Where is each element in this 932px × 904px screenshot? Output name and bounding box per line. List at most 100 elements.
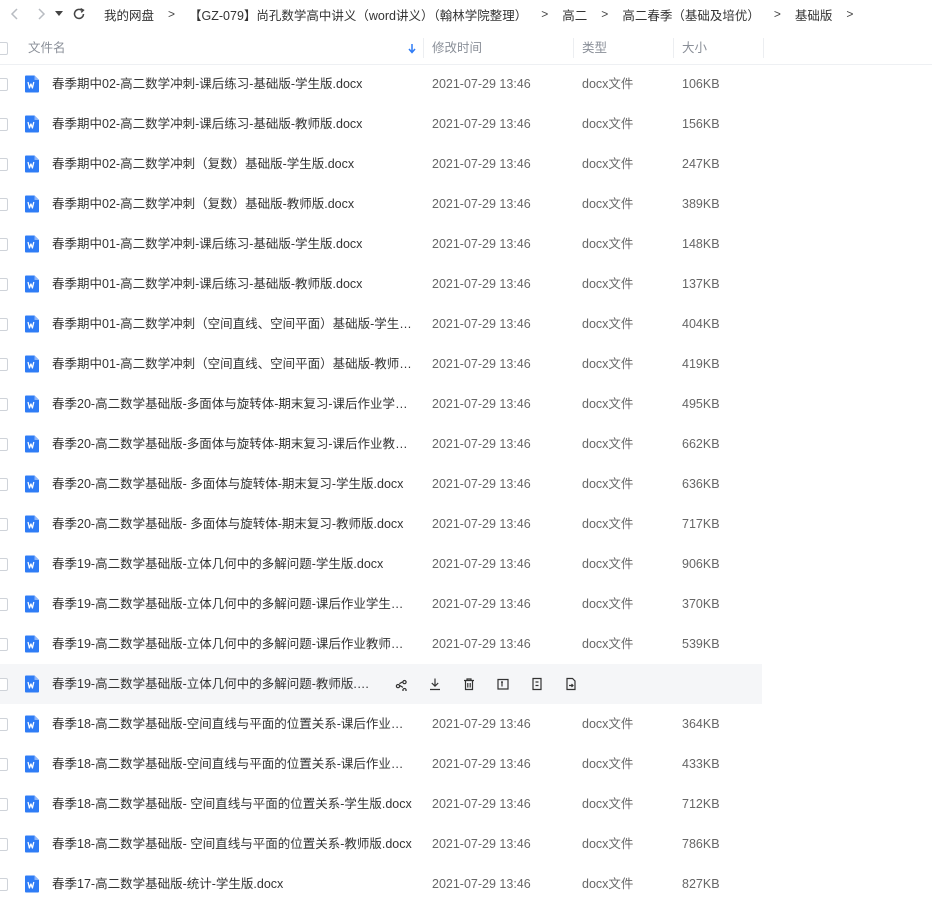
- table-row[interactable]: 春季20-高二数学基础版-多面体与旋转体-期末复习-课后作业教师版.docx 20…: [0, 424, 932, 464]
- file-name[interactable]: 春季18-高二数学基础版-空间直线与平面的位置关系-课后作业教师版.docx: [52, 744, 414, 784]
- select-all-checkbox[interactable]: [0, 42, 8, 55]
- row-checkbox[interactable]: [0, 798, 8, 811]
- row-checkbox[interactable]: [0, 158, 8, 171]
- share-button[interactable]: [384, 664, 418, 704]
- file-name[interactable]: 春季18-高二数学基础版-空间直线与平面的位置关系-课后作业学生版.docx: [52, 704, 414, 744]
- breadcrumb-separator: >: [846, 7, 854, 21]
- back-button[interactable]: [4, 0, 26, 28]
- table-row[interactable]: 春季19-高二数学基础版-立体几何中的多解问题-课后作业学生版.docx 2021…: [0, 584, 932, 624]
- file-name[interactable]: 春季20-高二数学基础版- 多面体与旋转体-期末复习-学生版.docx: [52, 464, 414, 504]
- file-type: docx文件: [582, 357, 634, 371]
- row-checkbox[interactable]: [0, 558, 8, 571]
- row-checkbox[interactable]: [0, 838, 8, 851]
- table-row[interactable]: 春季17-高二数学基础版-统计-学生版.docx 2021-07-29 13:46…: [0, 864, 932, 904]
- table-row[interactable]: 春季期中02-高二数学冲刺（复数）基础版-教师版.docx 2021-07-29 …: [0, 184, 932, 224]
- column-divider[interactable]: [573, 38, 574, 58]
- table-row[interactable]: 春季20-高二数学基础版- 多面体与旋转体-期末复习-学生版.docx 2021-…: [0, 464, 932, 504]
- column-header-type[interactable]: 类型: [582, 32, 607, 64]
- file-name[interactable]: 春季17-高二数学基础版-统计-学生版.docx: [52, 864, 414, 904]
- table-row[interactable]: 春季期中02-高二数学冲刺-课后练习-基础版-学生版.docx 2021-07-2…: [0, 64, 932, 104]
- sort-down-arrow-icon[interactable]: [408, 32, 416, 64]
- table-row[interactable]: 春季18-高二数学基础版- 空间直线与平面的位置关系-教师版.docx 2021-…: [0, 824, 932, 864]
- download-button[interactable]: [418, 664, 452, 704]
- file-name[interactable]: 春季19-高二数学基础版-立体几何中的多解问题-课后作业教师版.docx: [52, 624, 414, 664]
- file-name[interactable]: 春季18-高二数学基础版- 空间直线与平面的位置关系-教师版.docx: [52, 824, 414, 864]
- table-row[interactable]: 春季18-高二数学基础版- 空间直线与平面的位置关系-学生版.docx 2021-…: [0, 784, 932, 824]
- table-row[interactable]: 春季19-高二数学基础版-立体几何中的多解问题-学生版.docx 2021-07-…: [0, 544, 932, 584]
- file-name[interactable]: 春季期中01-高二数学冲刺（空间直线、空间平面）基础版-学生版.docx: [52, 304, 414, 344]
- column-header-size[interactable]: 大小: [682, 32, 707, 64]
- word-doc-icon: [24, 115, 40, 133]
- table-row[interactable]: 春季19-高二数学基础版-立体几何中的多解问题-课后作业教师版.docx 2021…: [0, 624, 932, 664]
- row-checkbox[interactable]: [0, 598, 8, 611]
- file-name[interactable]: 春季20-高二数学基础版-多面体与旋转体-期末复习-课后作业学生版.docx: [52, 384, 414, 424]
- move-button[interactable]: [554, 664, 588, 704]
- chevron-right-icon: [38, 8, 46, 20]
- column-header-time[interactable]: 修改时间: [432, 32, 482, 64]
- file-size: 106KB: [682, 77, 720, 91]
- refresh-button[interactable]: [68, 0, 90, 28]
- file-name[interactable]: 春季20-高二数学基础版- 多面体与旋转体-期末复习-教师版.docx: [52, 504, 414, 544]
- row-checkbox[interactable]: [0, 878, 8, 891]
- row-checkbox[interactable]: [0, 718, 8, 731]
- delete-button[interactable]: [452, 664, 486, 704]
- row-checkbox[interactable]: [0, 438, 8, 451]
- file-modified-time: 2021-07-29 13:46: [432, 637, 531, 651]
- row-checkbox[interactable]: [0, 78, 8, 91]
- file-name[interactable]: 春季期中02-高二数学冲刺（复数）基础版-教师版.docx: [52, 184, 414, 224]
- file-name[interactable]: 春季18-高二数学基础版- 空间直线与平面的位置关系-学生版.docx: [52, 784, 414, 824]
- table-row[interactable]: 春季19-高二数学基础版-立体几何中的多解问题-教师版.docx: [0, 664, 762, 704]
- row-checkbox[interactable]: [0, 198, 8, 211]
- table-row[interactable]: 春季期中01-高二数学冲刺（空间直线、空间平面）基础版-学生版.docx 2021…: [0, 304, 932, 344]
- file-name[interactable]: 春季期中02-高二数学冲刺-课后练习-基础版-学生版.docx: [52, 64, 414, 104]
- row-checkbox[interactable]: [0, 318, 8, 331]
- breadcrumb-item[interactable]: 高二: [562, 5, 587, 24]
- table-row[interactable]: 春季期中01-高二数学冲刺-课后练习-基础版-教师版.docx 2021-07-2…: [0, 264, 932, 304]
- table-row[interactable]: 春季18-高二数学基础版-空间直线与平面的位置关系-课后作业学生版.docx 20…: [0, 704, 932, 744]
- file-name[interactable]: 春季期中02-高二数学冲刺（复数）基础版-学生版.docx: [52, 144, 414, 184]
- column-divider[interactable]: [763, 38, 764, 58]
- file-name[interactable]: 春季期中01-高二数学冲刺-课后练习-基础版-学生版.docx: [52, 224, 414, 264]
- file-modified-time: 2021-07-29 13:46: [432, 77, 531, 91]
- file-name[interactable]: 春季19-高二数学基础版-立体几何中的多解问题-学生版.docx: [52, 544, 414, 584]
- file-name[interactable]: 春季20-高二数学基础版-多面体与旋转体-期末复习-课后作业教师版.docx: [52, 424, 414, 464]
- rename-button[interactable]: [486, 664, 520, 704]
- table-row[interactable]: 春季期中02-高二数学冲刺-课后练习-基础版-教师版.docx 2021-07-2…: [0, 104, 932, 144]
- file-name[interactable]: 春季期中01-高二数学冲刺-课后练习-基础版-教师版.docx: [52, 264, 414, 304]
- file-name[interactable]: 春季期中01-高二数学冲刺（空间直线、空间平面）基础版-教师版.docx: [52, 344, 414, 384]
- file-name[interactable]: 春季19-高二数学基础版-立体几何中的多解问题-教师版.docx: [52, 664, 370, 704]
- history-dropdown-button[interactable]: [52, 0, 66, 28]
- table-row[interactable]: 春季20-高二数学基础版-多面体与旋转体-期末复习-课后作业学生版.docx 20…: [0, 384, 932, 424]
- row-checkbox[interactable]: [0, 478, 8, 491]
- row-checkbox[interactable]: [0, 118, 8, 131]
- column-divider[interactable]: [673, 38, 674, 58]
- file-name[interactable]: 春季期中02-高二数学冲刺-课后练习-基础版-教师版.docx: [52, 104, 414, 144]
- table-row[interactable]: 春季18-高二数学基础版-空间直线与平面的位置关系-课后作业教师版.docx 20…: [0, 744, 932, 784]
- row-checkbox[interactable]: [0, 638, 8, 651]
- row-checkbox[interactable]: [0, 238, 8, 251]
- file-size: 827KB: [682, 877, 720, 891]
- row-checkbox[interactable]: [0, 518, 8, 531]
- copy-button[interactable]: [520, 664, 554, 704]
- file-size: 148KB: [682, 237, 720, 251]
- breadcrumb-item[interactable]: 基础版: [795, 5, 833, 24]
- table-row[interactable]: 春季20-高二数学基础版- 多面体与旋转体-期末复习-教师版.docx 2021-…: [0, 504, 932, 544]
- forward-button[interactable]: [30, 0, 52, 28]
- breadcrumb-item[interactable]: 我的网盘: [104, 5, 154, 24]
- row-checkbox[interactable]: [0, 398, 8, 411]
- file-size: 717KB: [682, 517, 720, 531]
- table-row[interactable]: 春季期中02-高二数学冲刺（复数）基础版-学生版.docx 2021-07-29 …: [0, 144, 932, 184]
- breadcrumb-item[interactable]: 【GZ-079】尚孔数学高中讲义（word讲义）（翰林学院整理）: [189, 5, 527, 24]
- row-checkbox[interactable]: [0, 678, 8, 691]
- column-divider[interactable]: [423, 38, 424, 58]
- row-checkbox[interactable]: [0, 758, 8, 771]
- table-row[interactable]: 春季期中01-高二数学冲刺（空间直线、空间平面）基础版-教师版.docx 2021…: [0, 344, 932, 384]
- column-header-name[interactable]: 文件名: [28, 32, 66, 64]
- row-checkbox[interactable]: [0, 358, 8, 371]
- breadcrumb-item[interactable]: 高二春季（基础及培优）: [622, 5, 760, 24]
- table-row[interactable]: 春季期中01-高二数学冲刺-课后练习-基础版-学生版.docx 2021-07-2…: [0, 224, 932, 264]
- row-checkbox[interactable]: [0, 278, 8, 291]
- word-doc-icon: [24, 675, 40, 693]
- file-name[interactable]: 春季19-高二数学基础版-立体几何中的多解问题-课后作业学生版.docx: [52, 584, 414, 624]
- top-bar: 我的网盘 > 【GZ-079】尚孔数学高中讲义（word讲义）（翰林学院整理） > 高二…: [0, 0, 932, 28]
